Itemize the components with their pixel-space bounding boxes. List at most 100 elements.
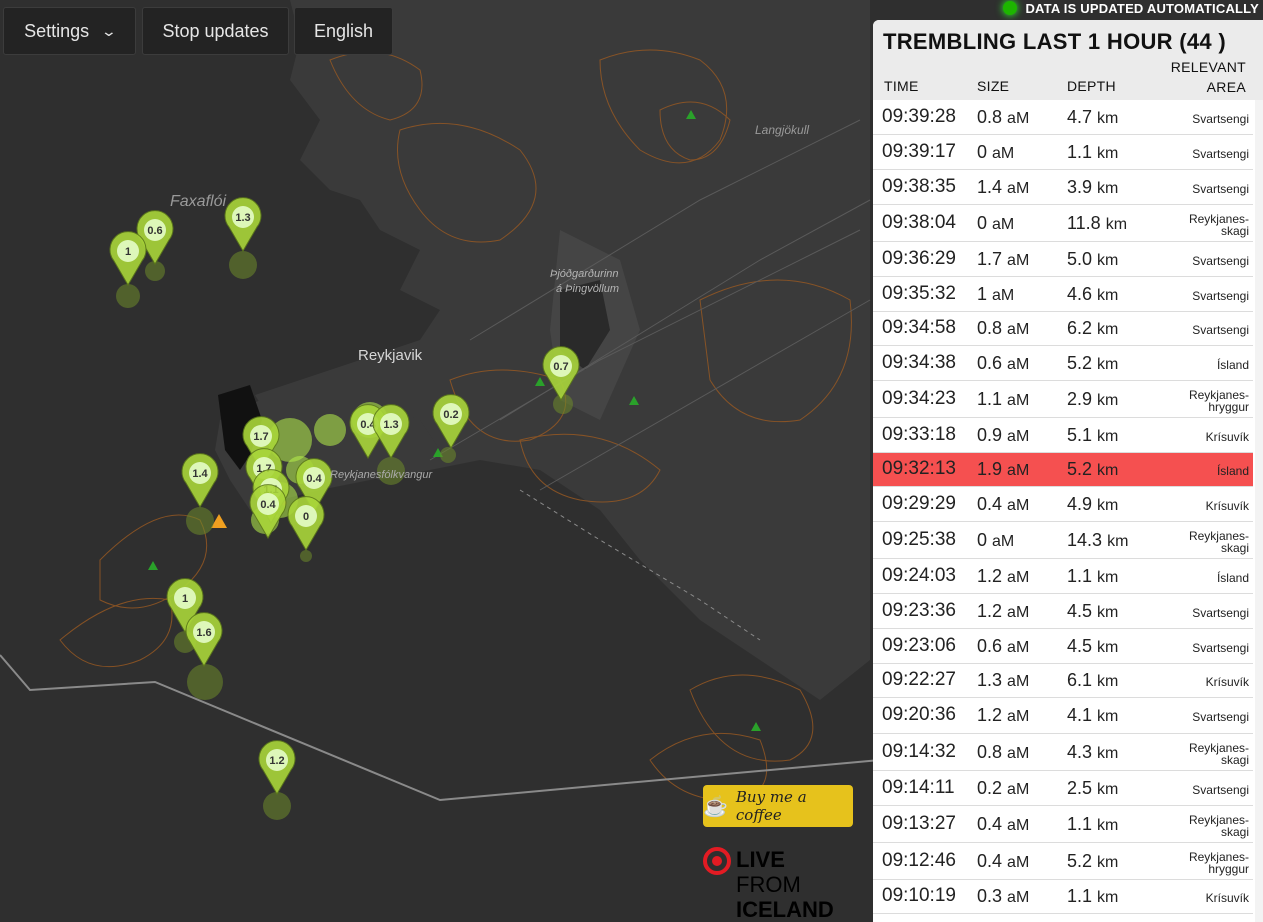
row-area: Krísuvík [1206,500,1249,512]
settings-button[interactable]: Settings ⌄ [3,7,136,55]
row-depth: 6.2 km [1067,318,1118,339]
row-size: 0.6 aM [977,636,1029,657]
table-row[interactable]: 09:24:03 1.2 aM 1.1 km Ísland [873,559,1253,594]
earthquake-table: 09:39:28 0.8 aM 4.7 km Svartsengi 09:39:17 0 … [873,100,1253,914]
row-depth: 4.3 km [1067,742,1118,763]
table-row[interactable]: 09:29:29 0.4 aM 4.9 km Krísuvík [873,487,1253,522]
row-area: Ísland [1217,359,1249,371]
row-size-value: 0.6 [977,636,1003,656]
row-size-value: 0.4 [977,494,1003,514]
row-time: 09:10:19 [882,885,956,906]
table-row[interactable]: 09:23:06 0.6 aM 4.5 km Svartsengi [873,629,1253,664]
panel-header: TREMBLING LAST 1 HOUR (44 ) TIME SIZE DE… [873,20,1263,100]
column-header-depth[interactable]: DEPTH [1067,78,1116,94]
quake-halo [186,507,214,535]
row-depth: 4.9 km [1067,494,1118,515]
table-row[interactable]: 09:23:36 1.2 aM 4.5 km Svartsengi [873,594,1253,629]
row-area-line: hryggur [1208,400,1249,414]
row-area-line: Svartsengi [1192,641,1249,655]
update-status: DATA IS UPDATED AUTOMATICALLY [1003,0,1259,16]
row-time: 09:13:27 [882,813,956,834]
row-size-unit: aM [1007,252,1030,269]
row-size-unit: aM [1007,673,1030,690]
row-depth: 4.1 km [1067,705,1118,726]
table-row[interactable]: 09:33:18 0.9 aM 5.1 km Krísuvík [873,418,1253,453]
row-size: 1.7 aM [977,249,1029,270]
row-area: Reykjanes-hryggur [1189,389,1249,413]
row-area-line: skagi [1220,541,1249,555]
column-header-time[interactable]: TIME [884,78,919,94]
table-row[interactable]: 09:10:19 0.3 aM 1.1 km Krísuvík [873,880,1253,914]
row-area-line: Svartsengi [1192,254,1249,268]
buy-me-a-coffee-button[interactable]: ☕ Buy me a coffee [703,785,853,827]
table-row[interactable]: 09:14:32 0.8 aM 4.3 km Reykjanes-skagi [873,734,1253,771]
row-size-value: 1.1 [977,389,1003,409]
row-size: 0.9 aM [977,425,1029,446]
row-time: 09:38:04 [882,212,956,233]
table-row[interactable]: 09:12:46 0.4 aM 5.2 km Reykjanes-hryggur [873,843,1253,880]
language-label: English [313,20,374,41]
table-row[interactable]: 09:39:28 0.8 aM 4.7 km Svartsengi [873,100,1253,135]
table-row[interactable]: 09:14:11 0.2 aM 2.5 km Svartsengi [873,771,1253,806]
row-time: 09:36:29 [882,248,956,269]
row-depth-unit: km [1097,287,1119,304]
table-row[interactable]: 09:36:29 1.7 aM 5.0 km Svartsengi [873,242,1253,277]
row-depth: 11.8 km [1067,213,1127,234]
row-area-line: Krísuvík [1205,891,1249,905]
row-size: 0.4 aM [977,851,1029,872]
live-record-icon [703,847,731,875]
row-depth-value: 5.0 [1067,249,1093,269]
row-area-line: skagi [1220,753,1249,767]
table-row[interactable]: 09:34:23 1.1 aM 2.9 km Reykjanes-hryggur [873,381,1253,418]
row-size-value: 1.4 [977,177,1003,197]
row-depth-value: 5.1 [1067,425,1093,445]
row-area-line: Svartsengi [1192,112,1249,126]
row-depth: 4.5 km [1067,636,1118,657]
quake-magnitude-label: 0.4 [306,473,322,485]
row-size-value: 1.2 [977,566,1003,586]
table-row[interactable]: 09:34:58 0.8 aM 6.2 km Svartsengi [873,312,1253,346]
quake-cluster-glow [314,414,346,446]
logo-line-2: FROM [736,872,801,897]
row-depth-value: 4.1 [1067,705,1093,725]
row-area: Reykjanes-hryggur [1189,851,1249,875]
row-depth-value: 6.2 [1067,318,1093,338]
row-size-unit: aM [1007,817,1030,834]
table-row[interactable]: 09:35:32 1 aM 4.6 km Svartsengi [873,277,1253,312]
table-row[interactable]: 09:32:13 1.9 aM 5.2 km Ísland [873,453,1253,487]
row-size-value: 0.8 [977,107,1003,127]
row-depth-unit: km [1097,321,1119,338]
column-header-area[interactable]: RELEVANT AREA [1156,57,1246,97]
table-row[interactable]: 09:38:04 0 aM 11.8 km Reykjanes-skagi [873,205,1253,242]
row-area-line: skagi [1220,224,1249,238]
row-area: Krísuvík [1206,676,1249,688]
row-area: Svartsengi [1192,290,1249,302]
coffee-label: Buy me a coffee [735,788,807,824]
table-row[interactable]: 09:38:35 1.4 aM 3.9 km Svartsengi [873,170,1253,205]
stop-updates-button[interactable]: Stop updates [142,7,289,55]
row-size: 0 aM [977,530,1014,551]
coffee-cup-icon: ☕ [703,794,728,818]
table-row[interactable]: 09:25:38 0 aM 14.3 km Reykjanes-skagi [873,522,1253,559]
table-row[interactable]: 09:22:27 1.3 aM 6.1 km Krísuvík [873,664,1253,698]
language-button[interactable]: English [294,7,393,55]
table-row[interactable]: 09:34:38 0.6 aM 5.2 km Ísland [873,346,1253,381]
row-size: 1.1 aM [977,389,1029,410]
table-row[interactable]: 09:13:27 0.4 aM 1.1 km Reykjanes-skagi [873,806,1253,843]
table-row[interactable]: 09:39:17 0 aM 1.1 km Svartsengi [873,135,1253,170]
row-time: 09:32:13 [882,458,956,479]
row-size: 1.9 aM [977,459,1029,480]
live-from-iceland-logo[interactable]: LIVE FROM ICELAND [703,847,858,922]
quake-magnitude-label: 0.4 [260,499,276,511]
row-depth-value: 4.7 [1067,107,1093,127]
table-row[interactable]: 09:20:36 1.2 aM 4.1 km Svartsengi [873,698,1253,734]
row-size-value: 0 [977,142,988,162]
row-size: 1.3 aM [977,670,1029,691]
map-label-park-2: á Þingvöllum [556,283,619,295]
row-depth-value: 14.3 [1067,530,1103,550]
row-size: 1 aM [977,284,1014,305]
row-area: Krísuvík [1206,892,1249,904]
row-depth: 4.7 km [1067,107,1118,128]
panel-scrollbar[interactable] [1255,100,1263,922]
column-header-size[interactable]: SIZE [977,78,1009,94]
